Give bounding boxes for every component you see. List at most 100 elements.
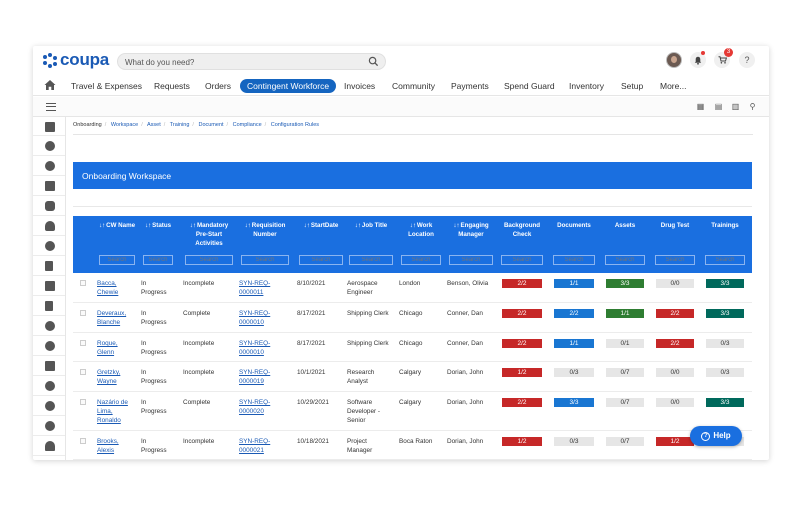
- status-badge-assets[interactable]: 0/7: [606, 368, 644, 377]
- row-checkbox[interactable]: [80, 340, 86, 346]
- people-icon[interactable]: [45, 441, 55, 451]
- status-badge-docs[interactable]: 0/3: [554, 437, 594, 446]
- row-checkbox[interactable]: [80, 280, 86, 286]
- nav-spend-guard[interactable]: Spend Guard: [504, 79, 555, 93]
- status-badge-bg[interactable]: 2/2: [502, 339, 542, 348]
- status-badge-bg[interactable]: 2/2: [502, 279, 542, 288]
- cell-name[interactable]: Gretzky, Wayne: [97, 368, 135, 386]
- search-input[interactable]: [125, 55, 355, 69]
- column-header-startdate[interactable]: ↓↑StartDate: [297, 221, 345, 230]
- compass-icon[interactable]: [45, 401, 55, 411]
- crumb-compliance[interactable]: Compliance: [233, 122, 262, 128]
- pin-icon[interactable]: ⚲: [748, 102, 757, 111]
- list-icon[interactable]: [45, 361, 55, 371]
- status-badge-bg[interactable]: 1/2: [502, 437, 542, 446]
- cell-req[interactable]: SYN-REQ-0000011: [239, 279, 289, 297]
- document-icon[interactable]: [45, 261, 53, 271]
- sort-icon[interactable]: ↓↑: [190, 222, 196, 229]
- status-badge-docs[interactable]: 1/1: [554, 339, 594, 348]
- column-search-input[interactable]: [605, 255, 645, 265]
- status-badge-drug[interactable]: 2/2: [656, 309, 694, 318]
- shield-icon[interactable]: [45, 421, 55, 431]
- cell-name[interactable]: Nazário de Lima, Ronaldo: [97, 398, 135, 425]
- status-badge-assets[interactable]: 0/1: [606, 339, 644, 348]
- cart-button[interactable]: 3: [714, 48, 733, 68]
- table-row[interactable]: Gretzky, Wayne In Progress Incomplete SYN-R…: [73, 362, 752, 392]
- hierarchy-icon[interactable]: [45, 281, 55, 291]
- status-badge-drug[interactable]: 1/2: [656, 437, 694, 446]
- cell-name[interactable]: Bacca, Chewie: [97, 279, 135, 297]
- search-icon[interactable]: [368, 56, 379, 67]
- column-header-work-location[interactable]: ↓↑Work Location: [399, 221, 443, 239]
- status-badge-docs[interactable]: 0/3: [554, 368, 594, 377]
- column-search-input[interactable]: [349, 255, 393, 265]
- team-icon[interactable]: [45, 221, 55, 231]
- column-search-input[interactable]: [401, 255, 441, 265]
- cell-req[interactable]: SYN-REQ-0000010: [239, 309, 289, 327]
- globe-icon[interactable]: [45, 161, 55, 171]
- sort-icon[interactable]: ↓↑: [410, 222, 416, 229]
- puzzle-icon[interactable]: [45, 201, 55, 211]
- table-row[interactable]: Roque, Glenn In Progress Incomplete SYN-REQ…: [73, 333, 752, 362]
- status-badge-drug[interactable]: 0/0: [656, 368, 694, 377]
- column-header-mandatory-pre-start-activities[interactable]: ↓↑Mandatory Pre-Start Activities: [183, 221, 235, 248]
- column-header-engaging-manager[interactable]: ↓↑Engaging Manager: [447, 221, 495, 239]
- row-checkbox[interactable]: [80, 310, 86, 316]
- column-header-job-title[interactable]: ↓↑Job Title: [347, 221, 395, 230]
- nav-setup[interactable]: Setup: [621, 79, 643, 93]
- dashboard-icon[interactable]: [45, 122, 55, 132]
- sort-icon[interactable]: ↓↑: [99, 222, 105, 229]
- column-header-status[interactable]: ↓↑Status: [141, 221, 175, 230]
- world-icon[interactable]: [45, 381, 55, 391]
- crumb-workspace[interactable]: Workspace: [111, 122, 138, 128]
- status-badge-drug[interactable]: 2/2: [656, 339, 694, 348]
- cell-name[interactable]: Roque, Glenn: [97, 339, 135, 357]
- status-badge-assets[interactable]: 3/3: [606, 279, 644, 288]
- nav-travel-expenses[interactable]: Travel & Expenses: [71, 79, 142, 93]
- cell-req[interactable]: SYN-REQ-0000021: [239, 437, 289, 455]
- notifications-button[interactable]: [690, 51, 706, 68]
- column-header-requisition-number[interactable]: ↓↑Requisition Number: [239, 221, 291, 239]
- status-badge-assets[interactable]: 0/7: [606, 437, 644, 446]
- column-search-input[interactable]: [553, 255, 595, 265]
- sort-icon[interactable]: ↓↑: [304, 222, 310, 229]
- column-search-input[interactable]: [705, 255, 745, 265]
- status-badge-train[interactable]: 0/3: [706, 368, 744, 377]
- crumb-training[interactable]: Training: [170, 122, 190, 128]
- user-icon[interactable]: [45, 141, 55, 151]
- clipboard-icon[interactable]: [45, 301, 53, 311]
- status-badge-train[interactable]: 3/3: [706, 309, 744, 318]
- status-badge-bg[interactable]: 2/2: [502, 309, 542, 318]
- column-search-input[interactable]: [655, 255, 695, 265]
- column-header-assets[interactable]: Assets: [603, 221, 647, 230]
- nav-community[interactable]: Community: [392, 79, 435, 93]
- nav-requests[interactable]: Requests: [154, 79, 190, 93]
- column-search-input[interactable]: [99, 255, 135, 265]
- status-badge-docs[interactable]: 2/2: [554, 309, 594, 318]
- table-row[interactable]: Deveraux, Blanche In Progress Complete SYN-…: [73, 303, 752, 333]
- grid-view-icon[interactable]: ▤: [714, 102, 723, 111]
- status-badge-bg[interactable]: 2/2: [502, 398, 542, 407]
- crumb-onboarding[interactable]: Onboarding: [73, 122, 102, 128]
- row-checkbox[interactable]: [80, 438, 86, 444]
- sort-icon[interactable]: ↓↑: [355, 222, 361, 229]
- trash-icon[interactable]: [45, 181, 55, 191]
- column-header-drug-test[interactable]: Drug Test: [653, 221, 697, 230]
- column-search-input[interactable]: [299, 255, 343, 265]
- nav-contingent-workforce[interactable]: Contingent Workforce: [240, 79, 337, 93]
- column-search-input[interactable]: [143, 255, 173, 265]
- cell-name[interactable]: Brooks, Alexis: [97, 437, 135, 455]
- avatar[interactable]: [666, 52, 682, 68]
- help-top-button[interactable]: ?: [739, 52, 755, 68]
- sort-icon[interactable]: ↓↑: [245, 222, 251, 229]
- nav-orders[interactable]: Orders: [205, 79, 231, 93]
- column-header-cw-name[interactable]: ↓↑CW Name: [97, 221, 137, 230]
- cell-req[interactable]: SYN-REQ-0000019: [239, 368, 289, 386]
- cell-req[interactable]: SYN-REQ-0000020: [239, 398, 289, 416]
- status-badge-assets[interactable]: 0/7: [606, 398, 644, 407]
- coupa-logo[interactable]: coupa: [43, 50, 109, 69]
- column-header-trainings[interactable]: Trainings: [703, 221, 747, 230]
- status-badge-train[interactable]: 3/3: [706, 279, 744, 288]
- table-row[interactable]: Bacca, Chewie In Progress Incomplete SYN-RE…: [73, 273, 752, 303]
- crumb-document[interactable]: Document: [198, 122, 223, 128]
